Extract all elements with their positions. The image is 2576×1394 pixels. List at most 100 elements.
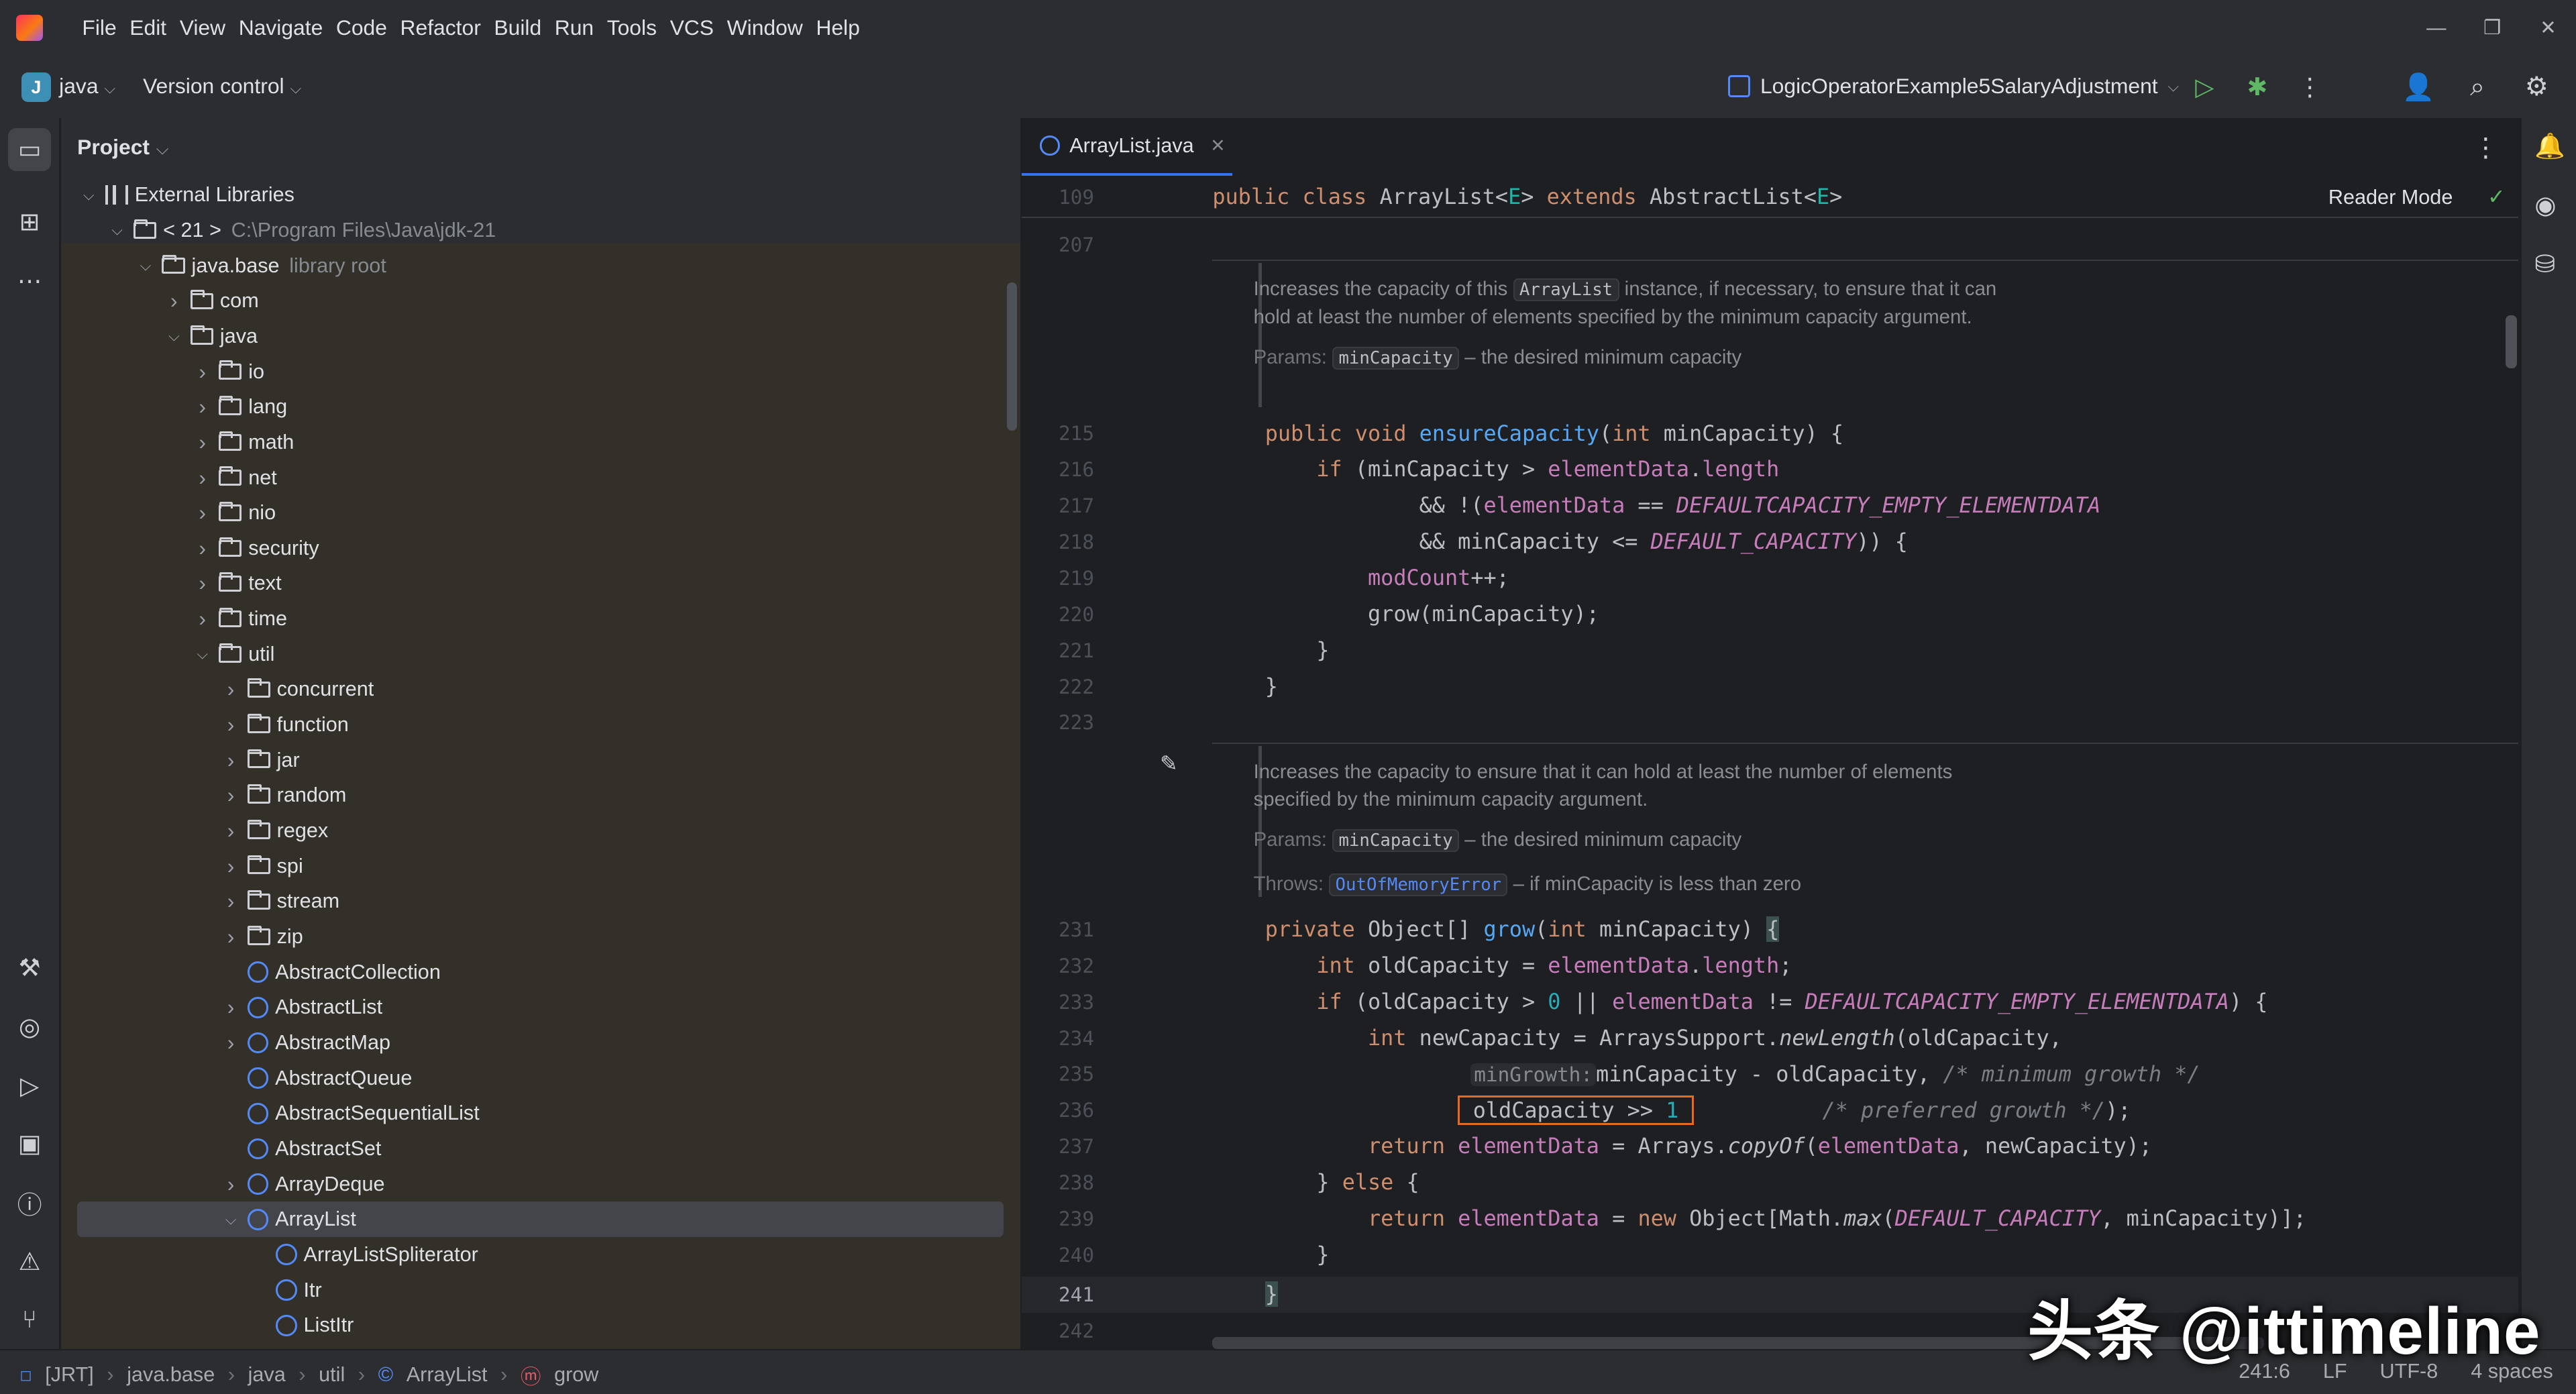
chevron-right-icon[interactable]: › <box>191 466 214 490</box>
doc-code[interactable]: ArrayList <box>1513 278 1619 302</box>
add-user-icon[interactable]: 👤 <box>2389 69 2448 105</box>
settings-gear-icon[interactable]: ⚙ <box>2507 69 2566 105</box>
tree-item[interactable]: › regex <box>61 813 1020 849</box>
tree-item[interactable]: AbstractCollection <box>61 955 1020 990</box>
breadcrumb-item[interactable]: java <box>248 1363 286 1387</box>
edit-doc-pencil-icon[interactable]: ✎ <box>1160 751 1178 776</box>
menu-item-help[interactable]: Help <box>810 15 867 40</box>
chevron-right-icon[interactable]: › <box>191 430 214 455</box>
menu-item-file[interactable]: File <box>76 15 123 40</box>
close-window-icon[interactable]: ✕ <box>2520 16 2576 40</box>
menu-item-edit[interactable]: Edit <box>123 15 173 40</box>
breadcrumb-item[interactable]: ArrayList <box>407 1363 488 1387</box>
tree-item[interactable]: › math <box>61 425 1020 460</box>
reader-mode-toggle[interactable]: Reader Mode <box>2328 186 2453 209</box>
inspection-ok-icon[interactable]: ✓ <box>2487 184 2506 209</box>
chevron-right-icon[interactable]: › <box>191 500 214 525</box>
search-icon[interactable]: ⌕ <box>2448 69 2507 105</box>
tree-item[interactable]: ⌵ External Libraries <box>61 177 1020 213</box>
chevron-right-icon[interactable]: › <box>219 783 242 808</box>
structure-icon[interactable]: ⊞ <box>8 201 51 244</box>
chevron-right-icon[interactable]: › <box>191 360 214 384</box>
chevron-right-icon[interactable]: › <box>191 606 214 631</box>
chevron-right-icon[interactable]: › <box>191 536 214 561</box>
project-panel-header[interactable]: Project ⌵ <box>77 135 168 160</box>
chevron-right-icon[interactable]: › <box>219 818 242 843</box>
project-badge[interactable]: J <box>21 72 51 102</box>
chevron-right-icon[interactable]: › <box>219 677 242 702</box>
restore-icon[interactable]: ❐ <box>2465 16 2520 40</box>
database-icon[interactable]: ⛁ <box>2534 250 2555 278</box>
project-selector[interactable]: java ⌵ <box>59 74 115 99</box>
run-tool-icon[interactable]: ▷ <box>8 1065 51 1108</box>
more-actions-icon[interactable]: ⋮ <box>2284 69 2336 105</box>
chevron-down-icon[interactable]: ⌵ <box>219 1211 242 1228</box>
tree-item[interactable]: › com <box>61 283 1020 319</box>
chevron-right-icon[interactable]: › <box>219 854 242 879</box>
ai-assistant-icon[interactable]: ◉ <box>2534 191 2556 219</box>
tree-item[interactable]: › text <box>61 566 1020 602</box>
tree-item[interactable]: › AbstractList <box>61 989 1020 1025</box>
chevron-right-icon[interactable]: › <box>219 748 242 773</box>
tree-item[interactable]: › io <box>61 354 1020 390</box>
throws-name[interactable]: OutOfMemoryError <box>1329 873 1508 896</box>
chevron-down-icon[interactable]: ⌵ <box>162 327 185 345</box>
close-tab-icon[interactable]: ✕ <box>1210 136 1226 156</box>
chevron-right-icon[interactable]: › <box>219 995 242 1020</box>
menu-item-run[interactable]: Run <box>548 15 600 40</box>
tree-item[interactable]: › security <box>61 531 1020 566</box>
tree-item[interactable]: › net <box>61 460 1020 496</box>
project-scrollbar[interactable] <box>1007 282 1017 431</box>
menu-item-build[interactable]: Build <box>488 15 548 40</box>
git-branch-icon[interactable]: ⑂ <box>8 1298 51 1341</box>
tree-item[interactable]: › stream <box>61 884 1020 920</box>
tree-item[interactable]: ⌵ util <box>61 637 1020 672</box>
chevron-right-icon[interactable]: › <box>191 571 214 596</box>
breadcrumb-item[interactable]: grow <box>554 1363 598 1387</box>
chevron-down-icon[interactable]: ⌵ <box>105 221 128 239</box>
menu-item-code[interactable]: Code <box>329 15 394 40</box>
tab-arraylist-java[interactable]: ArrayList.java ✕ <box>1022 118 1232 176</box>
tree-item[interactable]: AbstractSet <box>61 1131 1020 1167</box>
breadcrumb-item[interactable]: java.base <box>127 1363 215 1387</box>
run-icon[interactable]: ▷ <box>2178 69 2231 105</box>
more-tools-icon[interactable]: ⋯ <box>8 260 51 303</box>
tab-options-icon[interactable]: ⋮ <box>2473 133 2499 163</box>
breadcrumb-item[interactable]: [JRT] <box>45 1363 94 1387</box>
services-icon[interactable]: ◎ <box>8 1006 51 1049</box>
tree-item[interactable]: ⌵ java.base library root <box>61 248 1020 284</box>
warning-icon[interactable]: ⚠ <box>8 1240 51 1283</box>
build-hammer-icon[interactable]: ⚒ <box>8 947 51 989</box>
menu-item-navigate[interactable]: Navigate <box>232 15 329 40</box>
tree-item[interactable]: › jar <box>61 743 1020 778</box>
menu-item-tools[interactable]: Tools <box>600 15 663 40</box>
menu-item-view[interactable]: View <box>173 15 232 40</box>
chevron-right-icon[interactable]: › <box>219 889 242 914</box>
tree-item[interactable]: › spi <box>61 849 1020 884</box>
tree-item[interactable]: Itr <box>61 1273 1020 1308</box>
tree-item[interactable]: › time <box>61 601 1020 637</box>
tree-item[interactable]: › nio <box>61 495 1020 531</box>
tree-item[interactable]: ⌵ ArrayList <box>77 1201 1004 1238</box>
tree-item[interactable]: › function <box>61 707 1020 743</box>
tree-item[interactable]: AbstractSequentialList <box>61 1095 1020 1131</box>
chevron-down-icon[interactable]: ⌵ <box>134 257 157 274</box>
tree-item[interactable]: ListItr <box>61 1307 1020 1343</box>
chevron-right-icon[interactable]: › <box>219 1172 242 1197</box>
chevron-right-icon[interactable]: › <box>219 924 242 949</box>
editor-scrollbar[interactable] <box>2505 315 2517 368</box>
tree-item[interactable]: ⌵ java <box>61 319 1020 354</box>
tree-item[interactable]: ArrayListSpliterator <box>61 1237 1020 1273</box>
minimize-icon[interactable]: — <box>2408 17 2464 40</box>
debug-icon[interactable]: ✱ <box>2231 69 2284 105</box>
tree-item[interactable]: › lang <box>61 389 1020 425</box>
problems-icon[interactable]: ⓘ <box>8 1181 51 1224</box>
tree-item[interactable]: › random <box>61 778 1020 814</box>
notifications-icon[interactable]: 🔔 <box>2534 131 2565 160</box>
tree-item[interactable]: › concurrent <box>61 672 1020 708</box>
chevron-right-icon[interactable]: › <box>219 1030 242 1055</box>
run-configuration-selector[interactable]: LogicOperatorExample5SalaryAdjustment ⌵ <box>1728 74 2179 99</box>
tree-item[interactable]: › ArrayDeque <box>61 1167 1020 1202</box>
chevron-right-icon[interactable]: › <box>191 394 214 419</box>
breadcrumb-item[interactable]: util <box>319 1363 345 1387</box>
